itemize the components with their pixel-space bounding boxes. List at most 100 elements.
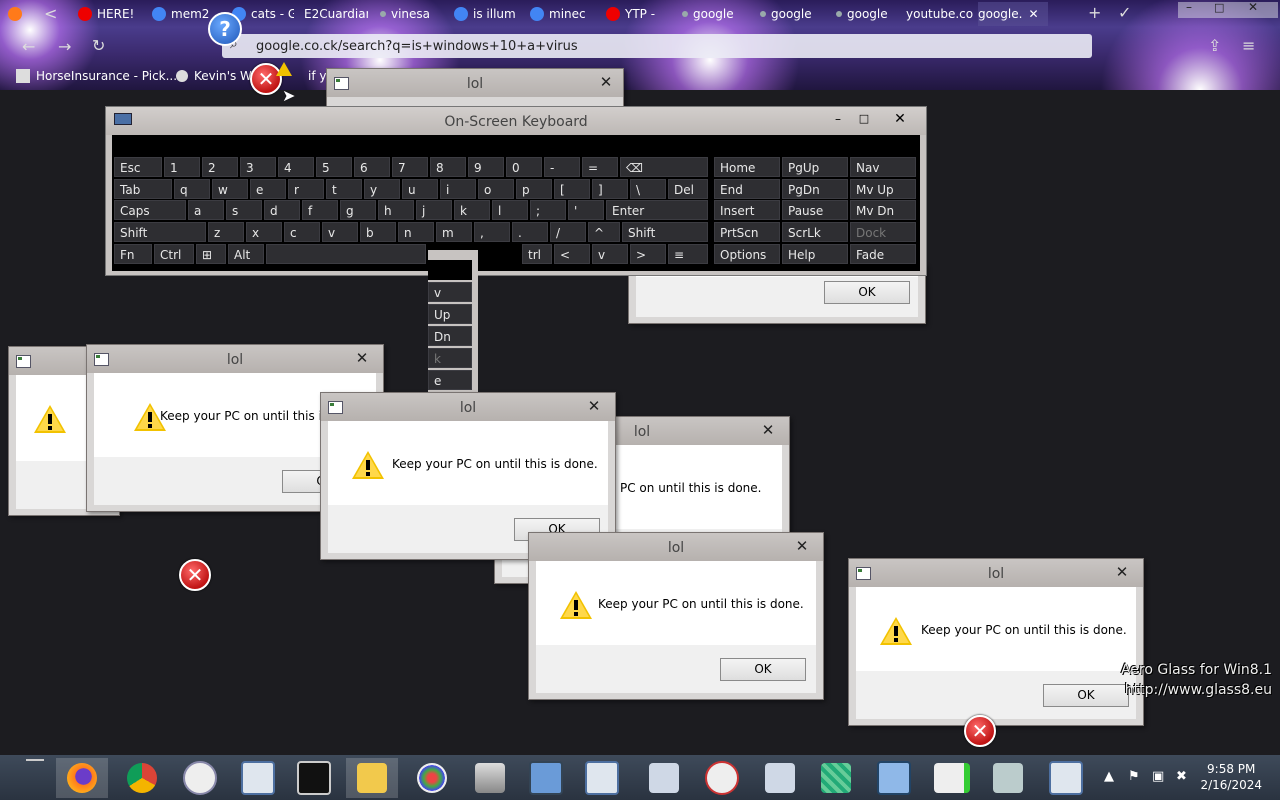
maximize-button[interactable]: □ <box>1214 1 1224 14</box>
taskbar-tools[interactable] <box>982 758 1034 798</box>
tab-item[interactable]: minec <box>530 2 596 26</box>
key-pause[interactable]: Pause <box>782 200 848 220</box>
key-0[interactable]: 0 <box>506 157 542 177</box>
taskbar-window[interactable] <box>232 758 284 798</box>
ok-button[interactable]: OK <box>1043 684 1129 707</box>
taskbar-users[interactable] <box>638 758 690 798</box>
menu-icon[interactable]: ≡ <box>1242 36 1255 55</box>
key-equals[interactable]: = <box>582 157 618 177</box>
key-k[interactable]: k <box>454 200 490 220</box>
key-backspace[interactable]: ⌫ <box>620 157 708 177</box>
key-9[interactable]: 9 <box>468 157 504 177</box>
key-o[interactable]: o <box>478 179 514 199</box>
tab-firefox[interactable] <box>8 2 32 26</box>
key-home[interactable]: Home <box>714 157 780 177</box>
close-button[interactable]: ✕ <box>793 538 811 554</box>
bookmark-item[interactable]: HorseInsurance - Pick... <box>16 66 177 86</box>
key-arrow-down[interactable]: v <box>592 244 628 264</box>
key-backslash[interactable]: \ <box>630 179 666 199</box>
key-x[interactable]: x <box>246 222 282 242</box>
key-shift-left[interactable]: Shift <box>114 222 206 242</box>
key-a[interactable]: a <box>188 200 224 220</box>
taskbar-drive[interactable] <box>464 758 516 798</box>
key-7[interactable]: 7 <box>392 157 428 177</box>
key-d[interactable]: d <box>264 200 300 220</box>
key-l[interactable]: l <box>492 200 528 220</box>
taskbar-firefox[interactable] <box>56 758 108 798</box>
taskbar-chrome[interactable] <box>116 758 168 798</box>
key-alt[interactable]: Alt <box>228 244 264 264</box>
key-pgup[interactable]: PgUp <box>782 157 848 177</box>
key-fn[interactable]: Fn <box>114 244 152 264</box>
key-pgdn[interactable]: PgDn <box>782 179 848 199</box>
close-button[interactable]: ✕ <box>1113 564 1131 580</box>
key-end[interactable]: End <box>714 179 780 199</box>
key-fade[interactable]: Fade <box>850 244 916 264</box>
address-bar[interactable]: ⌕ google.co.ck/search?q=is+windows+10+a+… <box>222 34 1092 58</box>
tray-expand-icon[interactable]: ▲ <box>1104 769 1114 784</box>
key-i[interactable]: i <box>440 179 476 199</box>
close-window-button[interactable]: ✕ <box>1248 0 1258 14</box>
key-5[interactable]: 5 <box>316 157 352 177</box>
key-insert[interactable]: Insert <box>714 200 780 220</box>
new-tab-button[interactable]: + <box>1088 3 1101 22</box>
tab-scroll-left[interactable]: < <box>44 4 57 23</box>
tab-item[interactable]: google <box>682 2 750 26</box>
tab-item[interactable]: google <box>836 2 898 26</box>
key-b[interactable]: b <box>360 222 396 242</box>
taskbar-explorer[interactable] <box>346 758 398 798</box>
forward-button[interactable]: → <box>58 37 71 56</box>
key-menu[interactable]: ≡ <box>668 244 708 264</box>
key-shift-right[interactable]: Shift <box>622 222 708 242</box>
key-period[interactable]: . <box>512 222 548 242</box>
key-scrlk[interactable]: ScrLk <box>782 222 848 242</box>
key-mv-dn[interactable]: Mv Dn <box>850 200 916 220</box>
close-button[interactable]: ✕ <box>597 74 615 90</box>
key-arrow-up[interactable]: ^ <box>588 222 620 242</box>
volume-muted-icon[interactable]: ✖ <box>1176 769 1187 784</box>
key-g[interactable]: g <box>340 200 376 220</box>
bookmark-item[interactable]: Kevin's WE <box>176 66 260 86</box>
tab-item[interactable]: HERE! <box>78 2 146 26</box>
key-h[interactable]: h <box>378 200 414 220</box>
key-comma[interactable]: , <box>474 222 510 242</box>
tab-active[interactable]: google. ✕ <box>978 2 1048 26</box>
key-m[interactable]: m <box>436 222 472 242</box>
taskbar-clock-app[interactable] <box>174 758 226 798</box>
key-ctrl[interactable]: Ctrl <box>154 244 194 264</box>
key-j[interactable]: j <box>416 200 452 220</box>
close-button[interactable]: ✕ <box>585 398 603 414</box>
key-e[interactable]: e <box>250 179 286 199</box>
tab-list-chevron-icon[interactable]: ✓ <box>1118 3 1131 22</box>
taskbar-users[interactable] <box>754 758 806 798</box>
key-r[interactable]: r <box>288 179 324 199</box>
key-3[interactable]: 3 <box>240 157 276 177</box>
tab-item[interactable]: YTP - <box>606 2 670 26</box>
key-dock[interactable]: Dock <box>850 222 916 242</box>
tab-item[interactable]: google <box>760 2 826 26</box>
key-options[interactable]: Options <box>714 244 780 264</box>
key-enter[interactable]: Enter <box>606 200 708 220</box>
key-s[interactable]: s <box>226 200 262 220</box>
taskbar-keyboard[interactable] <box>520 758 572 798</box>
key-minus[interactable]: - <box>544 157 580 177</box>
start-button[interactable] <box>26 759 44 761</box>
key-esc[interactable]: Esc <box>114 157 162 177</box>
key-y[interactable]: y <box>364 179 400 199</box>
network-tray-icon[interactable]: ▣ <box>1152 769 1164 784</box>
key-tab[interactable]: Tab <box>114 179 172 199</box>
clock[interactable]: 9:58 PM 2/16/2024 <box>1200 761 1262 793</box>
windows-key-icon[interactable]: ⊞ <box>196 244 226 264</box>
close-button[interactable]: ✕ <box>759 422 777 438</box>
key-z[interactable]: z <box>208 222 244 242</box>
reload-button[interactable]: ↻ <box>92 36 105 55</box>
key-n[interactable]: n <box>398 222 434 242</box>
tab-item[interactable]: E2Cuardian <box>304 2 368 26</box>
key-nav[interactable]: Nav <box>850 157 916 177</box>
key-semicolon[interactable]: ; <box>530 200 566 220</box>
taskbar-window[interactable] <box>1040 758 1092 798</box>
taskbar-network[interactable] <box>868 758 920 798</box>
close-tab-icon[interactable]: ✕ <box>1028 7 1038 21</box>
key-c[interactable]: c <box>284 222 320 242</box>
key-w[interactable]: w <box>212 179 248 199</box>
